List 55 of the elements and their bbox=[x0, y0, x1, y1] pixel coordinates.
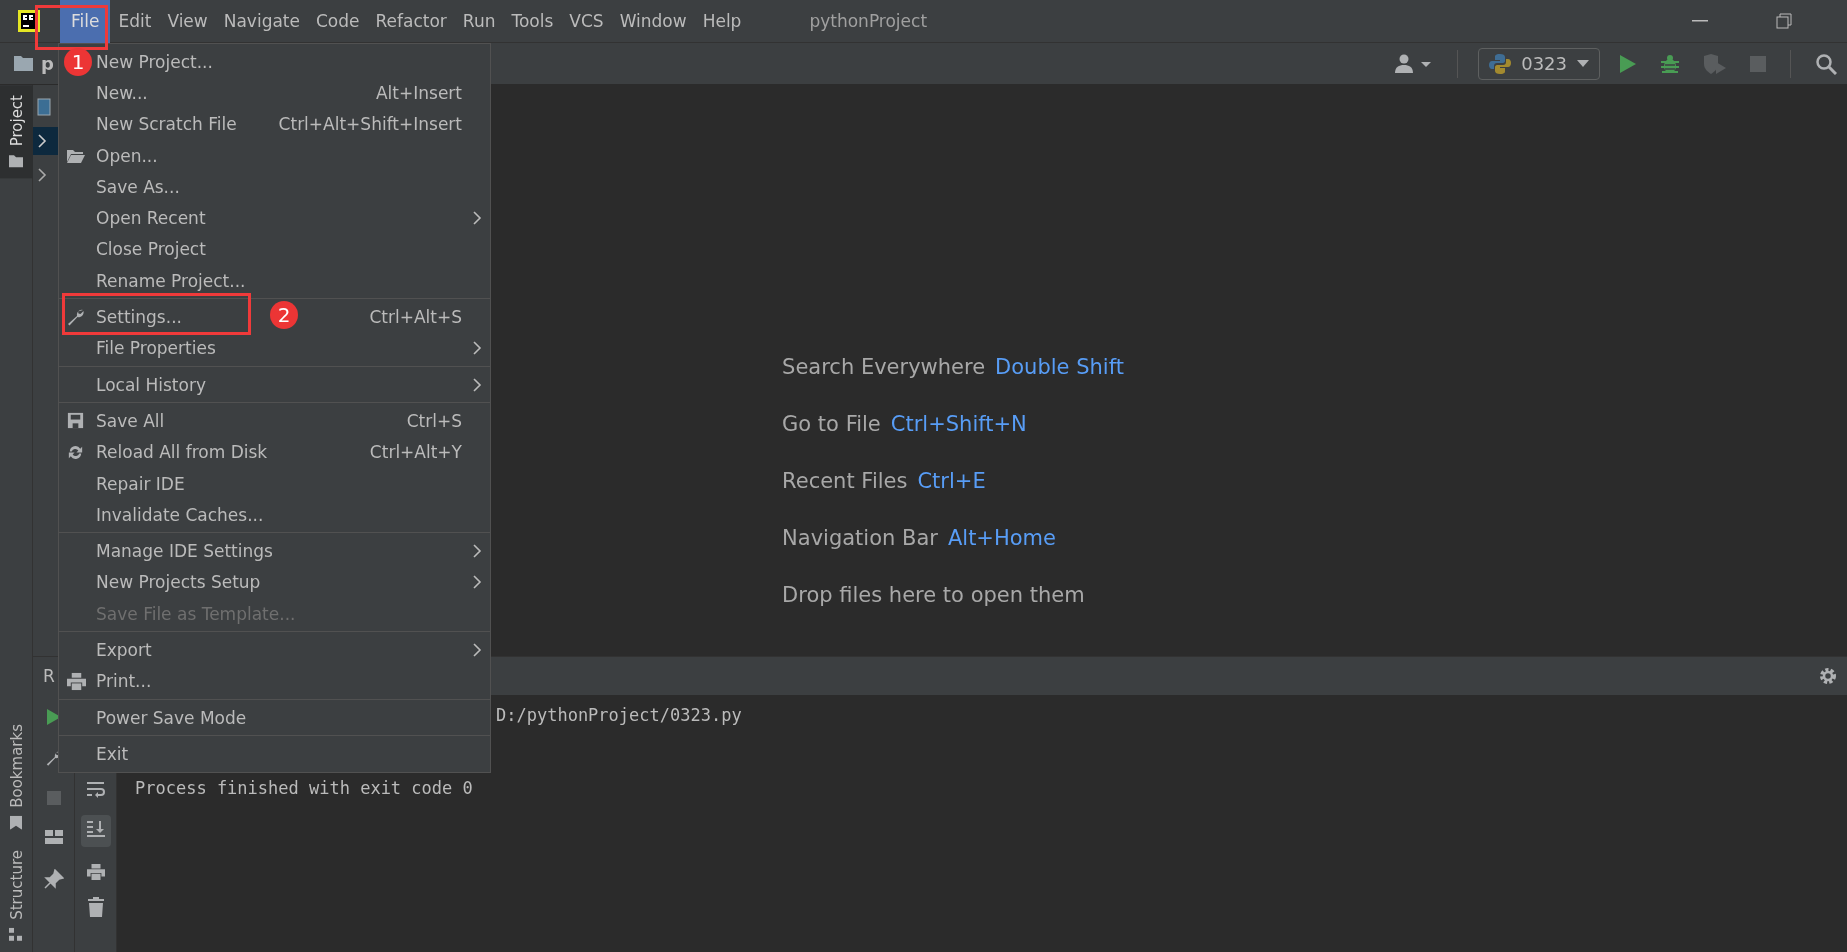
menu-item[interactable]: Refactor bbox=[367, 0, 455, 43]
run-configuration-dropdown[interactable]: 0323 bbox=[1478, 47, 1600, 80]
menu-entry[interactable]: New Project... bbox=[96, 51, 213, 72]
hint-shortcut: Double Shift bbox=[995, 355, 1124, 379]
shortcut-label: Ctrl+Alt+Y bbox=[369, 442, 462, 463]
console-line: D:/pythonProject/0323.py bbox=[496, 705, 743, 725]
menu-entry[interactable]: Save As... bbox=[96, 176, 180, 197]
hint-label: Drop files here to open them bbox=[782, 583, 1085, 607]
window-title: pythonProject bbox=[809, 11, 928, 31]
menu-entry[interactable]: New Projects Setup bbox=[96, 572, 261, 593]
menu-item[interactable]: Navigate bbox=[215, 0, 308, 43]
menu-item[interactable]: Code bbox=[308, 0, 368, 43]
menu-entry[interactable]: Exit bbox=[96, 743, 129, 764]
hint-label: Search Everywhere bbox=[782, 355, 986, 379]
shortcut-label: Alt+Insert bbox=[375, 82, 462, 103]
menu-entry[interactable]: Manage IDE Settings bbox=[96, 541, 273, 562]
menu-entry[interactable]: Open... bbox=[96, 145, 158, 166]
menu-entry[interactable]: Settings... bbox=[96, 307, 182, 327]
menu-item[interactable]: Edit bbox=[110, 0, 160, 43]
menu-item[interactable]: View bbox=[159, 0, 216, 43]
hint-shortcut: Alt+Home bbox=[947, 526, 1056, 550]
tool-window-tab[interactable]: Project bbox=[0, 85, 33, 179]
menu-item[interactable]: VCS bbox=[561, 0, 612, 43]
menu-entry[interactable]: New Scratch File bbox=[96, 114, 237, 135]
menu-entry[interactable]: Export bbox=[96, 640, 152, 660]
menu-entry[interactable]: Open Recent bbox=[96, 208, 206, 229]
menu-entry[interactable]: Local History bbox=[96, 374, 206, 395]
shortcut-label: Ctrl+Alt+S bbox=[369, 307, 462, 327]
hint-shortcut: Ctrl+Shift+N bbox=[890, 412, 1027, 436]
run-tab[interactable]: R bbox=[43, 666, 55, 686]
menu-entry[interactable]: Invalidate Caches... bbox=[96, 504, 264, 525]
menu-item[interactable]: Tools bbox=[503, 0, 562, 43]
menu-item[interactable]: Help bbox=[694, 0, 750, 43]
shortcut-label: Ctrl+Alt+Shift+Insert bbox=[278, 114, 462, 135]
menu-entry[interactable]: Rename Project... bbox=[96, 270, 246, 291]
menu-item[interactable]: File bbox=[60, 0, 111, 43]
hint-label: Navigation Bar bbox=[782, 526, 938, 550]
menu-entry[interactable]: Close Project bbox=[96, 239, 206, 260]
hint-shortcut: Ctrl+E bbox=[917, 469, 986, 493]
menu-entry[interactable]: Repair IDE bbox=[96, 473, 185, 494]
project-name[interactable]: p bbox=[41, 53, 54, 74]
tool-window-tab[interactable]: Structure bbox=[0, 840, 33, 952]
menu-entry[interactable]: Reload All from Disk bbox=[96, 442, 268, 463]
menu-entry[interactable]: Save All bbox=[96, 410, 165, 431]
menu-entry[interactable]: Print... bbox=[96, 671, 152, 692]
menu-item[interactable]: Run bbox=[454, 0, 504, 43]
hint-label: Go to File bbox=[782, 412, 881, 436]
tool-window-tab[interactable]: Bookmarks bbox=[0, 714, 33, 841]
menu-entry[interactable]: Power Save Mode bbox=[96, 707, 247, 728]
menu-item[interactable]: Window bbox=[611, 0, 695, 43]
hint-label: Recent Files bbox=[782, 469, 908, 493]
menu-entry[interactable]: File Properties bbox=[96, 338, 216, 359]
shortcut-label: Ctrl+S bbox=[406, 410, 462, 431]
console-line: Process finished with exit code 0 bbox=[135, 778, 474, 798]
menu-entry[interactable]: New... bbox=[96, 82, 148, 103]
